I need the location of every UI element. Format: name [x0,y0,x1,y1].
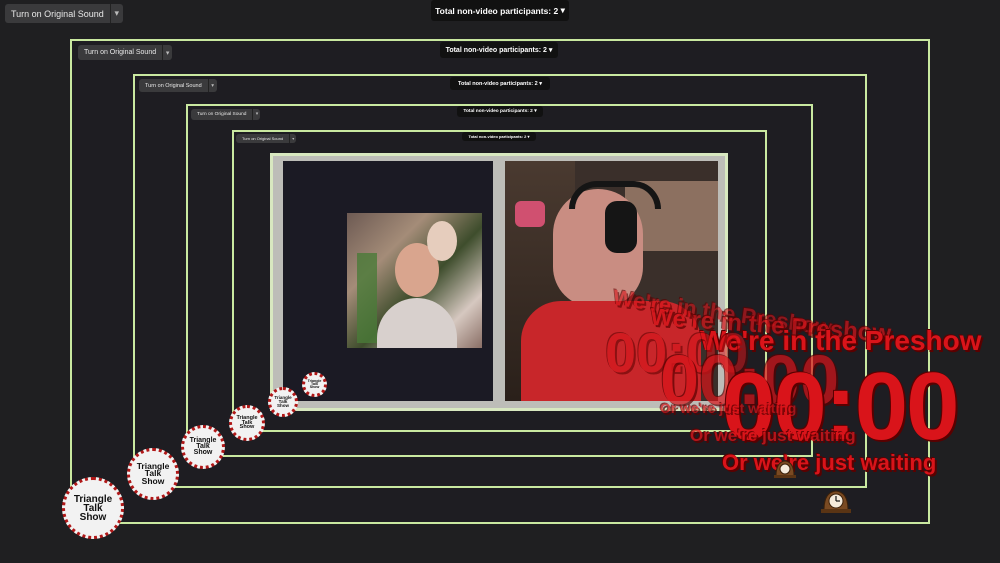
participants-dropdown-echo-1: Total non-video participants: 2 ▾ [440,42,558,58]
original-sound-button-echo-1: Turn on Original Sound ▾ [78,45,173,60]
chevron-down-icon: ▾ [560,5,565,15]
triangle-talk-show-logo-echo-5: Triangle Talk Show [302,372,327,397]
waiting-text: Or we're just waiting [722,450,937,475]
participants-label: Total non-video participants: 2 [435,5,559,16]
mantel-clock-icon [821,487,851,518]
original-sound-button-echo-3: Turn on Original Sound ▾ [191,109,261,120]
original-sound-button[interactable]: Turn on Original Sound ▾ [5,4,123,23]
original-sound-label: Turn on Original Sound [11,8,104,19]
triangle-talk-show-logo-echo-4: Triangle Talk Show [268,387,298,417]
chevron-down-icon[interactable]: ▾ [109,4,123,23]
triangle-talk-show-logo-echo-3: Triangle Talk Show [229,405,265,441]
triangle-talk-show-logo-echo-2: Triangle Talk Show [181,425,225,469]
participant-tile-left[interactable] [283,161,493,401]
participants-dropdown-echo-3: Total non-video participants: 2 ▾ [457,106,543,117]
mantel-clock-icon [774,458,796,483]
waiting-text-echo: Or we're just waiting [660,400,797,416]
triangle-talk-show-logo-echo-1: Triangle Talk Show [127,448,179,500]
participant-photo [347,213,482,348]
participants-dropdown-echo-2: Total non-video participants: 2 ▾ [450,77,550,90]
original-sound-button-echo-2: Turn on Original Sound ▾ [139,79,217,92]
participants-dropdown[interactable]: Total non-video participants: 2 ▾ [431,0,569,21]
triangle-talk-show-logo: Triangle Talk Show [62,477,124,539]
original-sound-button-echo-4: Turn on Original Sound ▾ [236,134,297,143]
waiting-text-echo-2: Or we're just waiting [690,426,856,445]
participants-dropdown-echo-4: Total non-video participants: 2 ▾ [462,132,536,141]
